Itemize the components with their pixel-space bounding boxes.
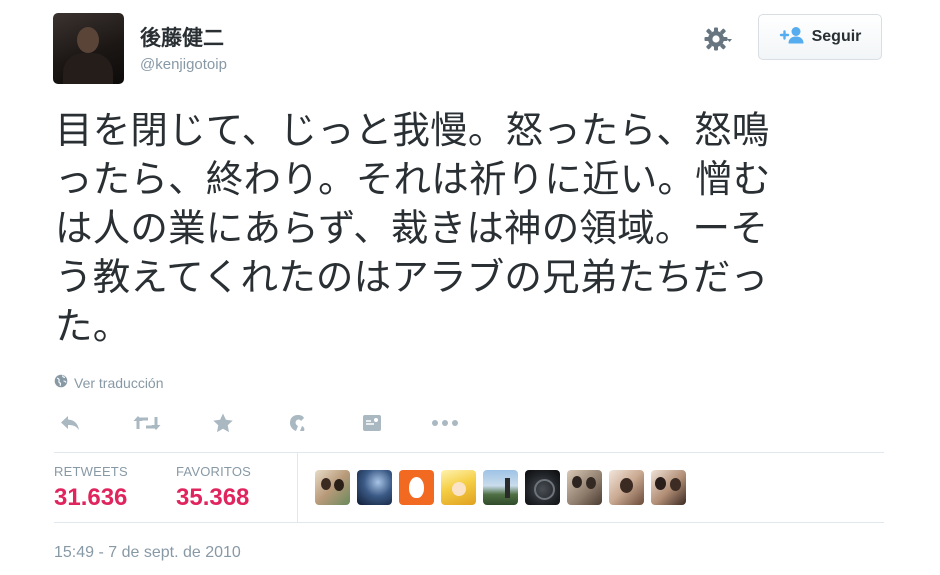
- divider-vertical: [297, 453, 298, 522]
- favorites-count[interactable]: 35.368: [176, 484, 249, 512]
- divider-bottom: [54, 522, 884, 523]
- favorite-icon[interactable]: [208, 408, 238, 438]
- tweet-text: 目を閉じて、じっと我慢。怒ったら、怒鳴 ったら、終わり。それは祈りに近い。憎む …: [55, 109, 771, 347]
- reply-icon[interactable]: [55, 408, 85, 438]
- more-icon[interactable]: [430, 408, 460, 438]
- tweet-timestamp[interactable]: 15:49 - 7 de sept. de 2010: [54, 544, 241, 562]
- follow-button-label: Seguir: [811, 28, 862, 45]
- retweets-label: RETWEETS: [54, 464, 128, 479]
- user-avatar-8[interactable]: [609, 470, 644, 505]
- user-avatar-2[interactable]: [357, 470, 392, 505]
- add-user-icon: [779, 26, 805, 49]
- globe-icon: [54, 374, 68, 391]
- translate-label: Ver traducción: [74, 374, 164, 391]
- user-avatar-1[interactable]: [315, 470, 350, 505]
- follow-button[interactable]: Seguir: [758, 14, 882, 60]
- translate-link[interactable]: Ver traducción: [54, 374, 164, 391]
- user-avatar-9[interactable]: [651, 470, 686, 505]
- gear-icon[interactable]: [703, 26, 733, 52]
- divider-top: [54, 452, 884, 453]
- user-handle[interactable]: @kenjigotoip: [140, 56, 227, 73]
- retweets-count[interactable]: 31.636: [54, 484, 127, 512]
- favoriters-list: [315, 470, 686, 505]
- user-avatar-5[interactable]: [483, 470, 518, 505]
- user-name[interactable]: 後藤健二: [140, 22, 224, 52]
- favorites-label: FAVORITOS: [176, 464, 252, 479]
- vine-icon[interactable]: [283, 408, 313, 438]
- profile-avatar[interactable]: [53, 13, 124, 84]
- retweet-icon[interactable]: [132, 408, 162, 438]
- user-avatar-6[interactable]: [525, 470, 560, 505]
- user-avatar-7[interactable]: [567, 470, 602, 505]
- user-avatar-4[interactable]: [441, 470, 476, 505]
- avatar-body: [63, 53, 113, 84]
- photo-icon[interactable]: [357, 408, 387, 438]
- user-avatar-3[interactable]: [399, 470, 434, 505]
- avatar-head: [77, 27, 99, 53]
